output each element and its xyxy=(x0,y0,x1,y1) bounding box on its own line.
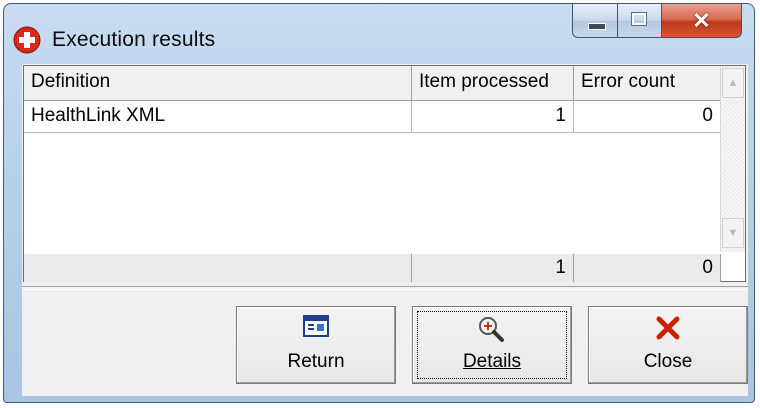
close-window-button[interactable]: ✕ xyxy=(662,4,742,38)
minimize-button[interactable] xyxy=(572,4,618,38)
vertical-scrollbar[interactable]: ▲ ▼ xyxy=(720,66,745,252)
column-header-item-processed[interactable]: Item processed xyxy=(412,66,574,101)
details-button[interactable]: Details xyxy=(412,306,572,384)
scroll-up-icon[interactable]: ▲ xyxy=(722,68,744,98)
total-error-count: 0 xyxy=(574,254,721,282)
row-1-error-count[interactable]: 0 xyxy=(574,101,721,133)
maximize-icon xyxy=(631,12,647,26)
magnifier-icon xyxy=(413,315,571,342)
app-icon xyxy=(13,26,41,54)
window-title: Execution results xyxy=(52,28,216,51)
details-label: Details xyxy=(462,351,522,372)
column-header-definition[interactable]: Definition xyxy=(24,66,412,101)
close-button[interactable]: Close xyxy=(588,306,748,384)
client-area: Definition Item processed Error count He… xyxy=(22,64,748,396)
close-label: Close xyxy=(643,351,693,372)
minimize-icon xyxy=(588,23,606,30)
window-list-icon xyxy=(237,315,395,341)
return-label: Return xyxy=(287,351,345,372)
separator xyxy=(22,286,748,290)
results-grid[interactable]: Definition Item processed Error count He… xyxy=(23,65,746,282)
maximize-button[interactable] xyxy=(618,4,662,38)
close-icon: ✕ xyxy=(692,8,711,33)
row-1-definition[interactable]: HealthLink XML xyxy=(24,101,412,133)
execution-results-window: Execution results ✕ Definition Item proc… xyxy=(3,3,755,403)
scroll-down-icon[interactable]: ▼ xyxy=(722,218,744,248)
row-1-items-processed[interactable]: 1 xyxy=(412,101,574,133)
total-items-processed: 1 xyxy=(412,254,574,282)
caption-buttons: ✕ xyxy=(572,4,742,38)
return-button[interactable]: Return xyxy=(236,306,396,384)
column-header-error-count[interactable]: Error count xyxy=(574,66,721,101)
totals-label-cell xyxy=(24,254,412,282)
title-bar[interactable]: Execution results ✕ xyxy=(4,4,754,60)
red-x-icon xyxy=(589,315,747,341)
